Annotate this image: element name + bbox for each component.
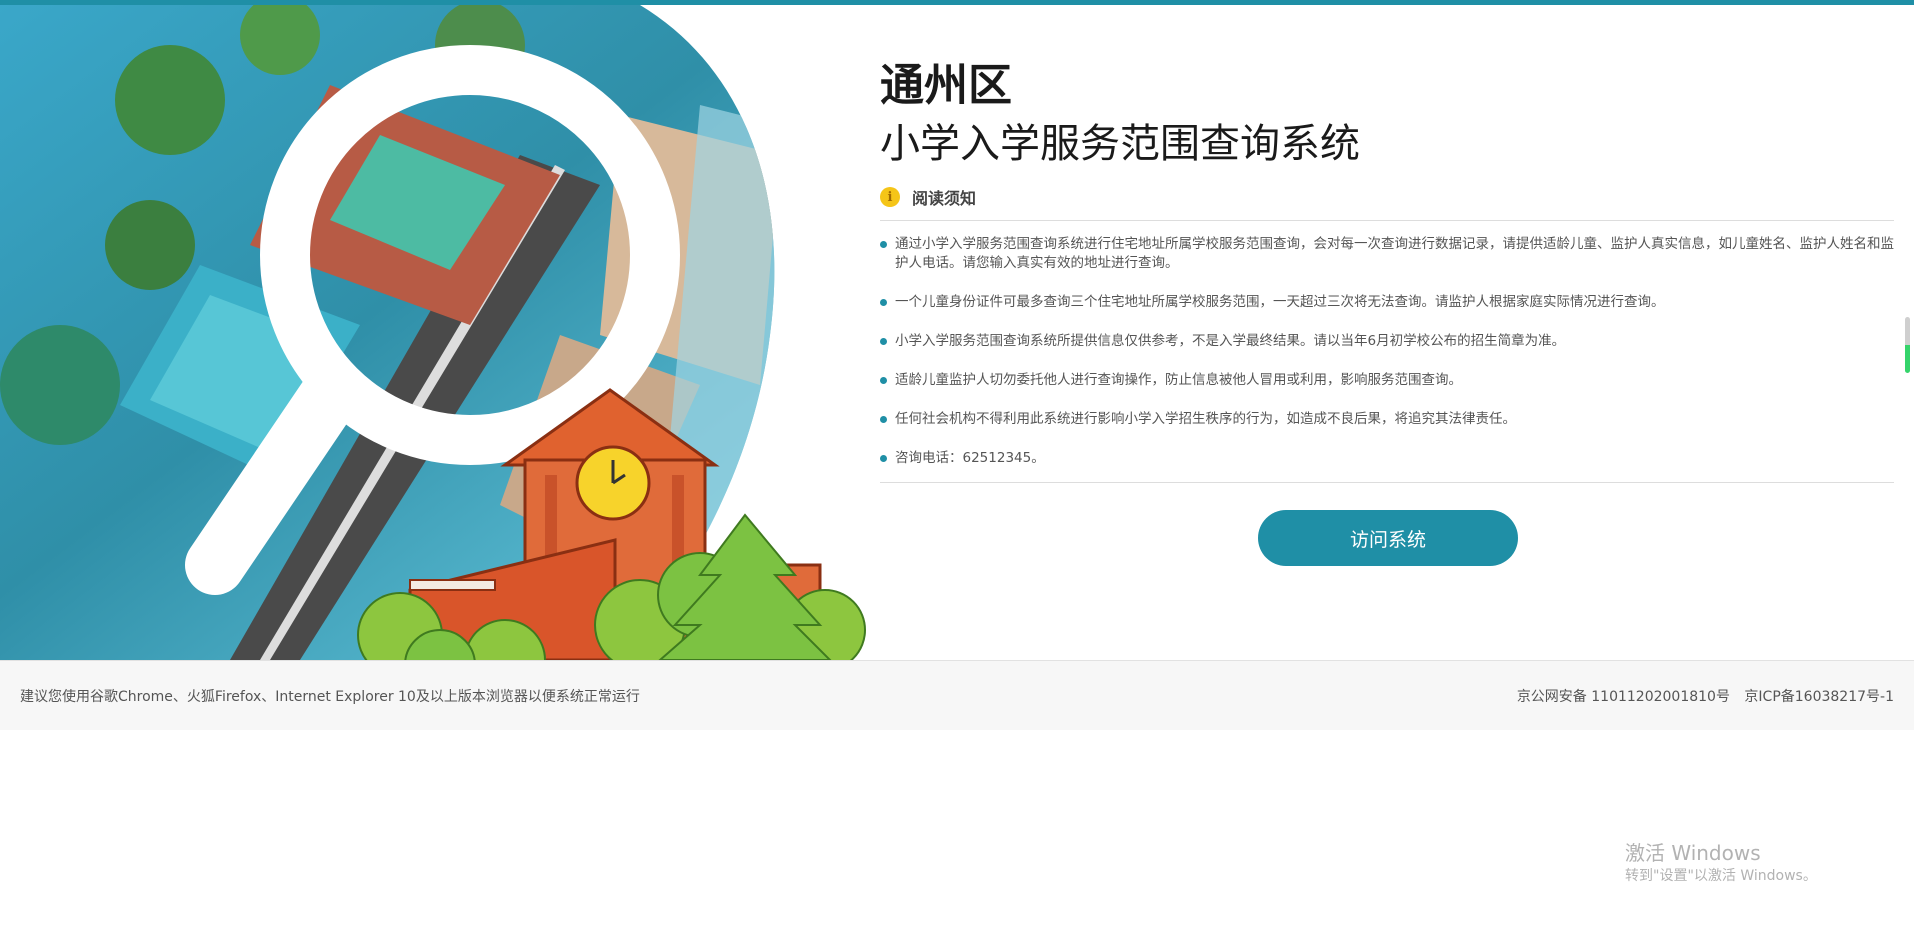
windows-activation-watermark: 激活 Windows 转到"设置"以激活 Windows。 — [1625, 840, 1817, 886]
list-item: 通过小学入学服务范围查询系统进行住宅地址所属学校服务范围查询，会对每一次查询进行… — [880, 235, 1894, 273]
list-item: 一个儿童身份证件可最多查询三个住宅地址所属学校服务范围，一天超过三次将无法查询。… — [880, 293, 1894, 312]
list-item: 任何社会机构不得利用此系统进行影响小学入学招生秩序的行为，如造成不良后果，将追究… — [880, 410, 1894, 429]
icp-record: 京ICP备16038217号-1 — [1744, 688, 1894, 705]
bullet-icon — [880, 377, 887, 384]
system-title: 小学入学服务范围查询系统 — [880, 121, 1360, 167]
bullet-icon — [880, 299, 887, 306]
list-item: 小学入学服务范围查询系统所提供信息仅供参考，不是入学最终结果。请以当年6月初学校… — [880, 332, 1894, 351]
notice-header: i 阅读须知 — [880, 182, 1894, 221]
bullet-icon — [880, 455, 887, 462]
watermark-title: 激活 Windows — [1625, 841, 1761, 865]
bullet-icon — [880, 241, 887, 248]
notice-title: 阅读须知 — [912, 189, 977, 208]
notice-list: 通过小学入学服务范围查询系统进行住宅地址所属学校服务范围查询，会对每一次查询进行… — [880, 221, 1894, 483]
main-content: 通州区 小学入学服务范围查询系统 i 阅读须知 通过小学入学服务范围查询系统进行… — [880, 56, 1894, 483]
footer: 建议您使用谷歌Chrome、火狐Firefox、Internet Explore… — [0, 660, 1914, 730]
district-title: 通州区 — [880, 60, 1012, 111]
footer-records: 京公网安备 11011202001810号 京ICP备16038217号-1 — [1507, 686, 1894, 706]
hero-illustration — [0, 5, 870, 660]
list-item: 咨询电话：62512345。 — [880, 449, 1894, 468]
bullet-icon — [880, 416, 887, 423]
bullet-icon — [880, 338, 887, 345]
info-icon: i — [880, 187, 900, 207]
scroll-indicator[interactable] — [1905, 317, 1910, 373]
visit-system-button[interactable]: 访问系统 — [1258, 510, 1518, 566]
police-record: 京公网安备 11011202001810号 — [1516, 688, 1730, 705]
list-item: 适龄儿童监护人切勿委托他人进行查询操作，防止信息被他人冒用或利用，影响服务范围查… — [880, 371, 1894, 390]
watermark-subtitle: 转到"设置"以激活 Windows。 — [1625, 868, 1817, 884]
browser-tip: 建议您使用谷歌Chrome、火狐Firefox、Internet Explore… — [20, 688, 640, 705]
